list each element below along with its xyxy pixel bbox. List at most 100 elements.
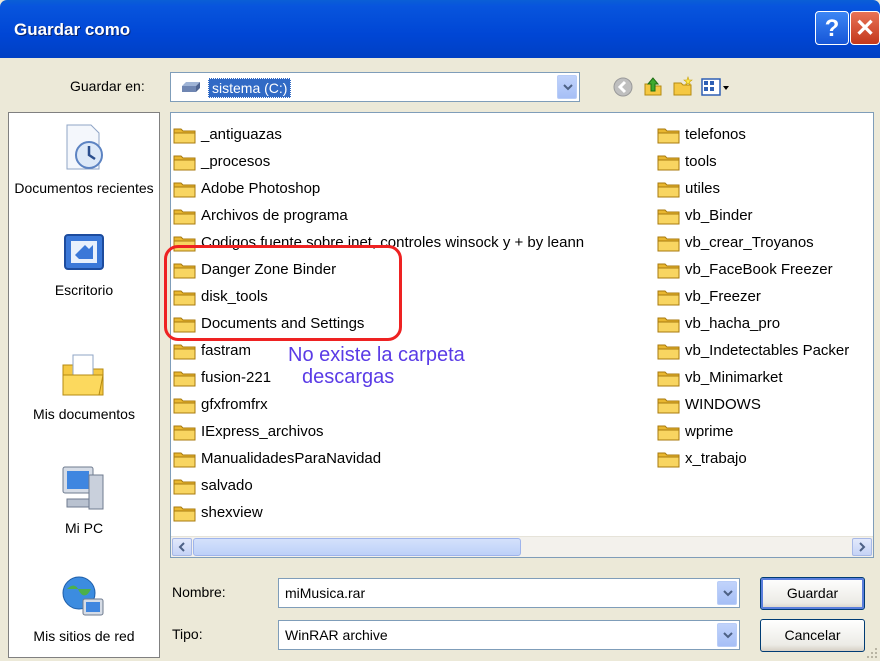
folder-name: vb_crear_Troyanos [685, 234, 814, 251]
folder-item[interactable]: _antiguazas [173, 121, 584, 148]
folder-name: _antiguazas [201, 126, 282, 143]
folder-name: salvado [201, 477, 253, 494]
folder-item[interactable]: WINDOWS [657, 391, 849, 418]
folder-icon [173, 155, 196, 171]
filename-label: Nombre: [172, 584, 226, 600]
folder-icon [173, 479, 196, 495]
save-button[interactable]: Guardar [760, 577, 865, 610]
my-computer-icon [62, 466, 104, 510]
chevron-down-icon [723, 632, 733, 639]
filename-input[interactable]: miMusica.rar [278, 578, 740, 608]
filename-dropdown-arrow[interactable] [717, 581, 737, 605]
horizontal-scrollbar[interactable] [171, 536, 873, 557]
folder-icon [173, 506, 196, 522]
filetype-dropdown-arrow[interactable] [717, 623, 737, 647]
folder-item[interactable]: vb_FaceBook Freezer [657, 256, 849, 283]
annotation-line-2: descargas [302, 366, 395, 388]
folder-icon [657, 182, 680, 198]
back-icon[interactable] [612, 76, 634, 98]
folder-item[interactable]: vb_Indetectables Packer [657, 337, 849, 364]
place-my-documents[interactable]: Mis documentos [9, 349, 159, 424]
folder-icon [173, 398, 196, 414]
folder-name: vb_FaceBook Freezer [685, 261, 833, 278]
folder-item[interactable]: telefonos [657, 121, 849, 148]
place-my-computer[interactable]: Mi PC [9, 461, 159, 538]
recent-documents-icon [66, 124, 103, 170]
folder-icon [657, 209, 680, 225]
scroll-left-button[interactable] [172, 538, 192, 556]
folder-name: vb_hacha_pro [685, 315, 781, 332]
folder-icon [657, 398, 680, 414]
help-button[interactable]: ? [815, 11, 849, 45]
place-desktop[interactable]: Escritorio [9, 231, 159, 300]
place-recent-documents[interactable]: Documentos recientes [9, 121, 159, 198]
window-title: Guardar como [14, 20, 131, 39]
scroll-right-button[interactable] [852, 538, 872, 556]
place-label: Escritorio [54, 282, 114, 298]
folder-icon [173, 128, 196, 144]
folder-name: vb_Freezer [685, 288, 761, 305]
folder-name: shexview [201, 504, 263, 521]
save-in-dropdown[interactable]: sistema (C:) [170, 72, 580, 102]
annotation-line-1: No existe la carpeta [288, 344, 465, 366]
folder-name: vb_Indetectables Packer [685, 342, 850, 359]
place-label: Mis sitios de red [33, 628, 135, 644]
folder-icon [173, 182, 196, 198]
filename-value: miMusica.rar [285, 585, 366, 601]
title-bar[interactable]: Guardar como ? ✕ [0, 0, 880, 58]
folder-icon [173, 371, 196, 387]
resize-grip-icon[interactable] [866, 647, 878, 659]
folder-item[interactable]: gfxfromfrx [173, 391, 584, 418]
scroll-thumb[interactable] [193, 538, 521, 556]
folder-item[interactable]: vb_crear_Troyanos [657, 229, 849, 256]
views-menu-icon[interactable] [700, 76, 730, 98]
desktop-icon [64, 234, 104, 270]
folder-icon [657, 128, 680, 144]
cancel-button[interactable]: Cancelar [760, 619, 865, 652]
up-folder-icon[interactable] [642, 76, 664, 98]
folder-item[interactable]: tools [657, 148, 849, 175]
filetype-select[interactable]: WinRAR archive [278, 620, 740, 650]
folder-icon [173, 452, 196, 468]
place-network[interactable]: Mis sitios de red [9, 571, 159, 646]
folder-item[interactable]: vb_Freezer [657, 283, 849, 310]
folder-item[interactable]: shexview [173, 499, 584, 526]
chevron-down-icon [723, 590, 733, 597]
new-folder-icon[interactable] [672, 76, 694, 98]
filetype-label: Tipo: [172, 626, 203, 642]
network-places-icon [62, 576, 104, 616]
save-in-dropdown-arrow[interactable] [557, 75, 577, 99]
folder-item[interactable]: Archivos de programa [173, 202, 584, 229]
folder-name: telefonos [685, 126, 746, 143]
folder-item[interactable]: IExpress_archivos [173, 418, 584, 445]
folder-item[interactable]: wprime [657, 418, 849, 445]
folder-item[interactable]: salvado [173, 472, 584, 499]
save-in-label: Guardar en: [70, 78, 145, 94]
folder-name: gfxfromfrx [201, 396, 268, 413]
folder-icon [657, 344, 680, 360]
file-list-column-2: telefonos tools utiles vb_Binder vb_crear_Tr… [657, 121, 849, 472]
folder-icon [657, 317, 680, 333]
place-label: Mi PC [64, 520, 104, 536]
folder-name: ManualidadesParaNavidad [201, 450, 382, 467]
drive-icon [182, 82, 200, 92]
folder-name: Archivos de programa [201, 207, 348, 224]
folder-icon [657, 290, 680, 306]
folder-item[interactable]: vb_Minimarket [657, 364, 849, 391]
folder-item[interactable]: utiles [657, 175, 849, 202]
folder-name: vb_Binder [685, 207, 753, 224]
places-bar: Documentos recientes Escritorio Mis docu… [8, 112, 160, 658]
folder-item[interactable]: x_trabajo [657, 445, 849, 472]
folder-name: WINDOWS [685, 396, 761, 413]
close-button[interactable]: ✕ [850, 11, 880, 45]
folder-item[interactable]: vb_hacha_pro [657, 310, 849, 337]
folder-icon [173, 209, 196, 225]
folder-item[interactable]: ManualidadesParaNavidad [173, 445, 584, 472]
folder-name: utiles [685, 180, 721, 197]
save-in-value: sistema (C:) [208, 78, 292, 98]
chevron-right-icon [859, 542, 866, 552]
folder-name: IExpress_archivos [201, 423, 324, 440]
folder-item[interactable]: Adobe Photoshop [173, 175, 584, 202]
folder-item[interactable]: vb_Binder [657, 202, 849, 229]
folder-item[interactable]: _procesos [173, 148, 584, 175]
